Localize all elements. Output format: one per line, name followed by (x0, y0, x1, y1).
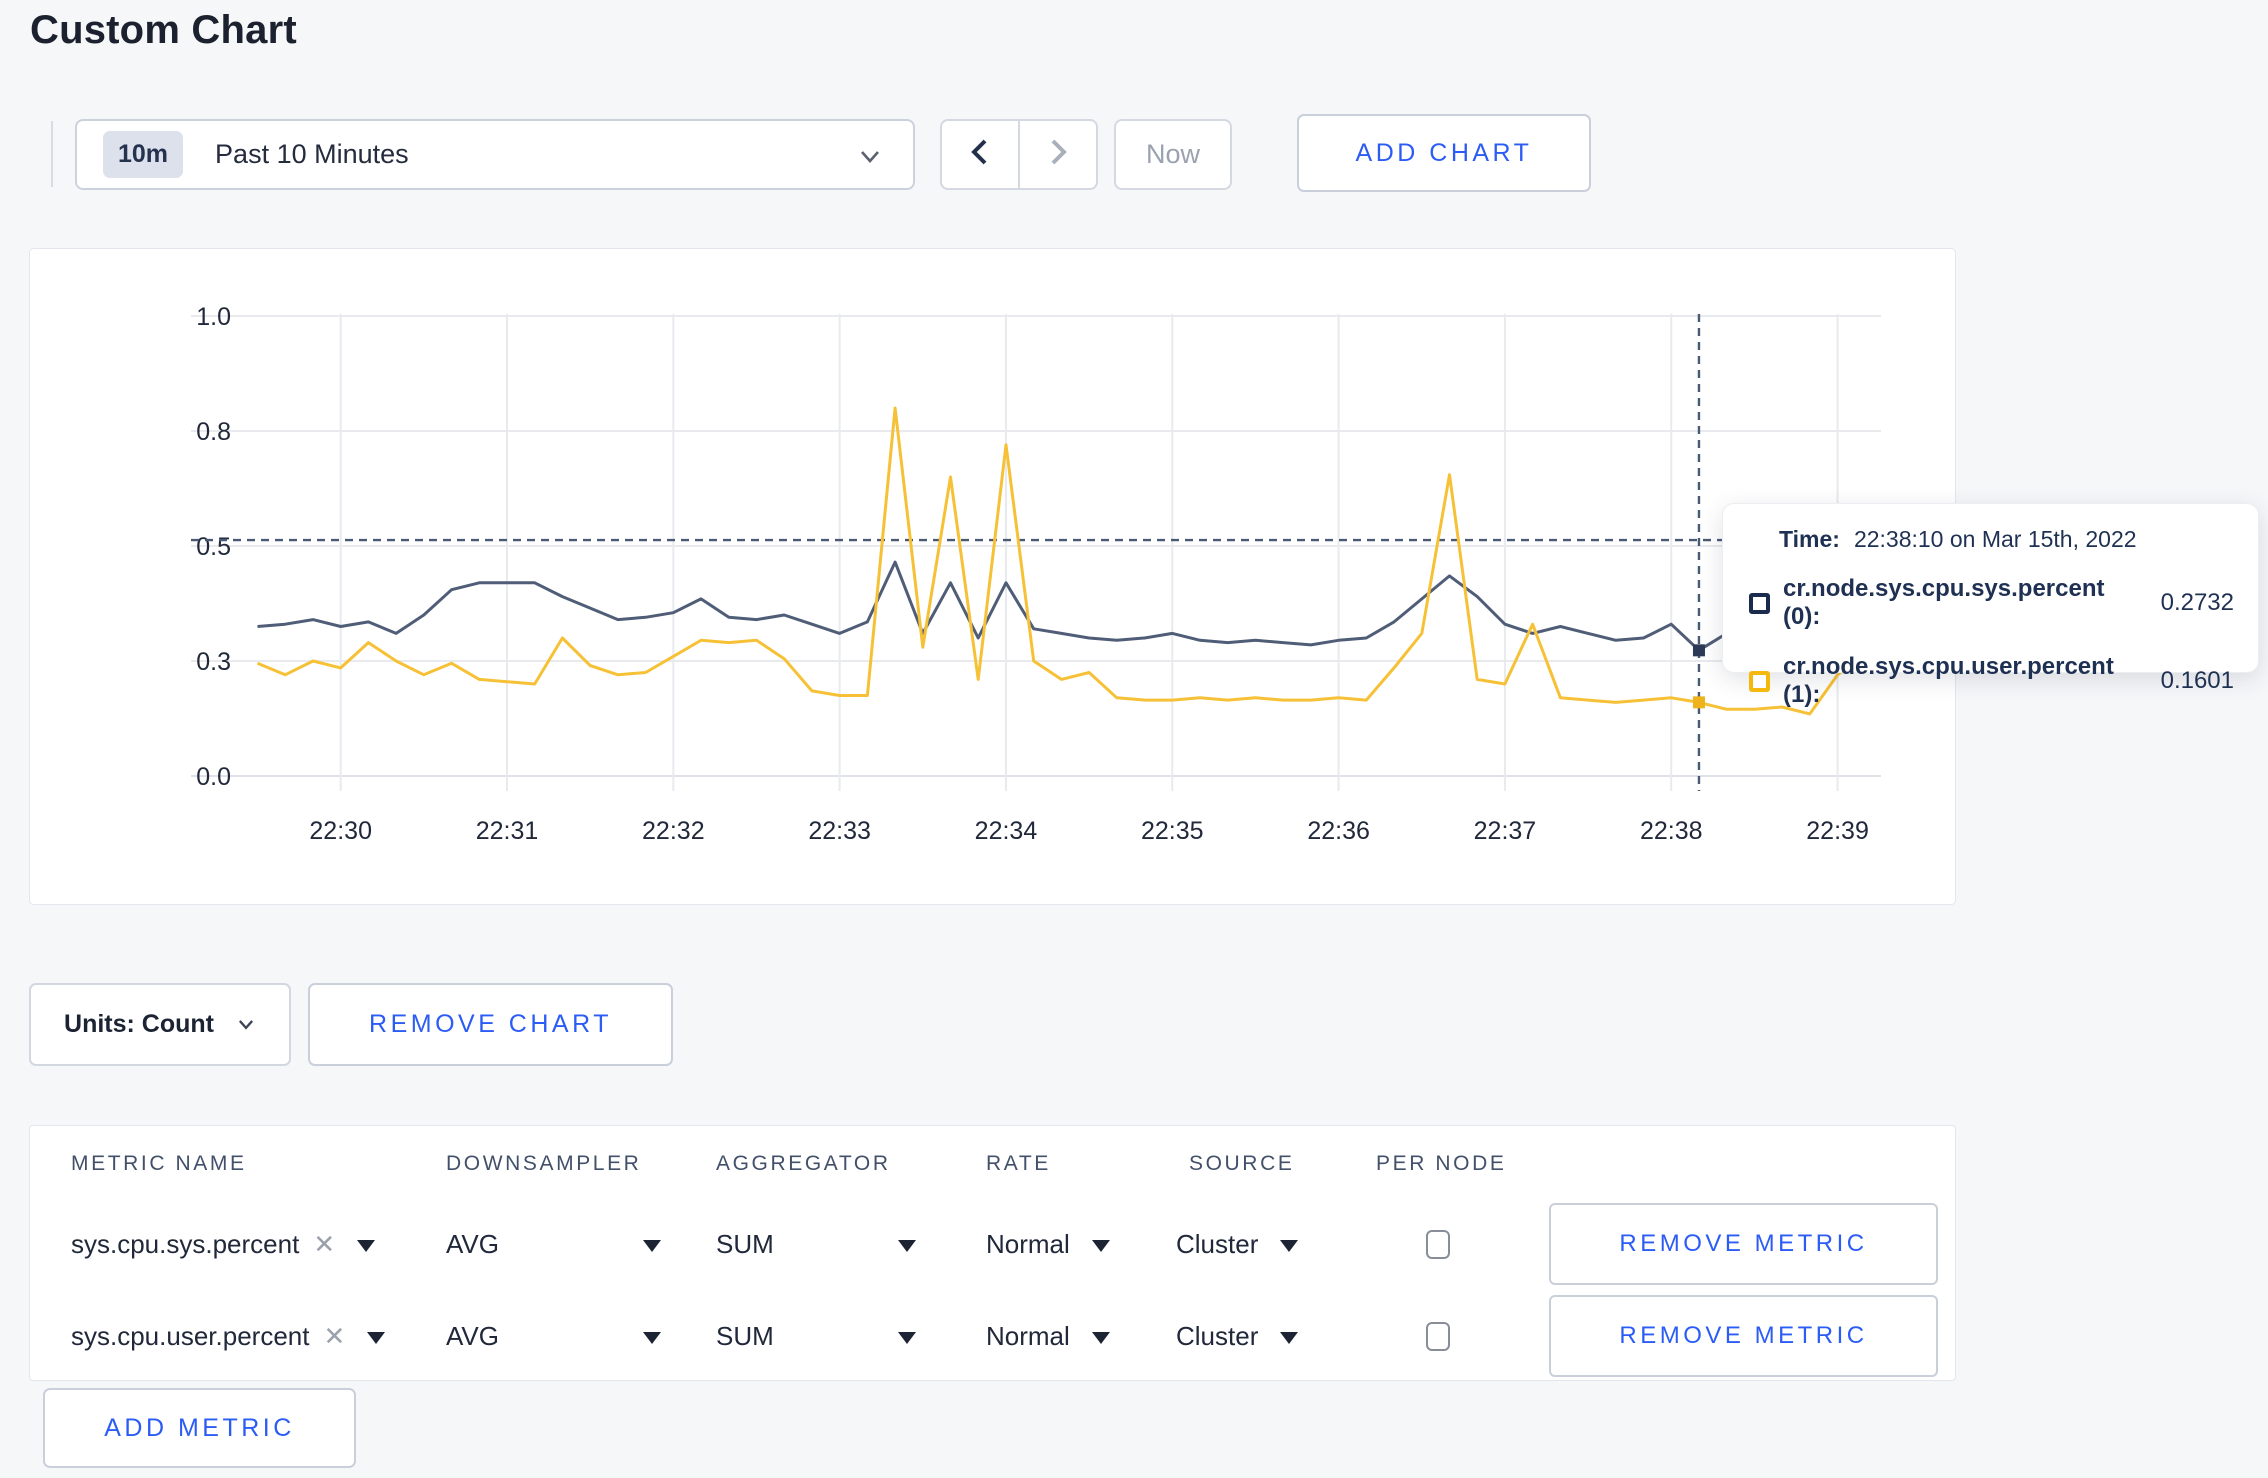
next-time-button[interactable] (1018, 121, 1096, 188)
remove-metric-button[interactable]: REMOVE METRIC (1549, 1203, 1938, 1285)
dropdown-caret-icon (367, 1332, 386, 1344)
column-header-aggregator: AGGREGATOR (716, 1152, 891, 1175)
y-axis-tick-label: 0.8 (196, 418, 231, 446)
column-header-metric-name: METRIC NAME (71, 1152, 247, 1175)
chart-tooltip: Time: 22:38:10 on Mar 15th, 2022 cr.node.… (1722, 503, 2259, 708)
column-header-downsampler: DOWNSAMPLER (446, 1152, 642, 1175)
x-axis-tick-label: 22:38 (1640, 817, 1703, 845)
series-line-cr.node.sys.cpu.sys.percent (257, 560, 1866, 652)
tooltip-series-row: cr.node.sys.cpu.user.percent (1): 0.1601 (1749, 653, 2234, 709)
dropdown-caret-icon (1280, 1332, 1299, 1344)
page-title: Custom Chart (30, 8, 297, 52)
rate-value: Normal (986, 1320, 1070, 1351)
x-axis-tick-label: 22:30 (309, 817, 372, 845)
tooltip-series-value: 0.2732 (2160, 589, 2234, 616)
dropdown-caret-icon (1280, 1240, 1299, 1252)
series-line-cr.node.sys.cpu.user.percent (256, 406, 1867, 716)
metric-table-row: sys.cpu.user.percent ✕ AVG SUM Normal Cl… (30, 1290, 1955, 1382)
remove-metric-button[interactable]: REMOVE METRIC (1549, 1295, 1938, 1377)
metric-table-row: sys.cpu.sys.percent ✕ AVG SUM Normal Clu… (30, 1198, 1955, 1290)
downsampler-select[interactable]: AVG (446, 1290, 661, 1382)
dropdown-caret-icon (1091, 1332, 1110, 1344)
tooltip-series-name: cr.node.sys.cpu.sys.percent (0): (1783, 575, 2105, 630)
per-node-checkbox[interactable] (1426, 1229, 1450, 1259)
y-axis-tick-label: 1.0 (196, 303, 231, 331)
metrics-table-header: METRIC NAME DOWNSAMPLER AGGREGATOR RATE … (30, 1126, 1955, 1198)
hover-point-marker (1692, 696, 1705, 709)
tooltip-time-value: 22:38:10 on Mar 15th, 2022 (1853, 526, 2137, 552)
add-chart-button[interactable]: ADD CHART (1297, 114, 1591, 192)
aggregator-value: SUM (716, 1320, 774, 1351)
y-axis-tick-label: 0.5 (196, 533, 231, 561)
tooltip-series-name: cr.node.sys.cpu.user.percent (1): (1783, 653, 2114, 708)
prev-time-button[interactable] (942, 121, 1018, 188)
y-axis-tick-label: 0.3 (196, 648, 231, 676)
time-range-label: Past 10 Minutes (215, 139, 409, 169)
custom-chart-page: Custom Chart 10m Past 10 Minutes Now ADD… (0, 0, 2268, 1478)
x-axis-tick-label: 22:31 (476, 817, 539, 845)
time-range-badge: 10m (103, 131, 184, 178)
rate-value: Normal (986, 1228, 1070, 1259)
tooltip-time-row: Time: 22:38:10 on Mar 15th, 2022 (1779, 526, 2234, 553)
source-value: Cluster (1176, 1228, 1259, 1259)
x-axis-tick-label: 22:34 (975, 817, 1038, 845)
y-axis-tick-label: 0.0 (196, 763, 231, 791)
x-axis-tick-label: 22:39 (1806, 817, 1869, 845)
x-axis-tick-label: 22:35 (1141, 817, 1204, 845)
time-series-chart[interactable]: 0.0 0.3 0.5 0.8 1.0 22:30 22:31 22:32 22:33 22:34… (30, 249, 1955, 904)
x-axis-tick-label: 22:32 (642, 817, 705, 845)
chevron-down-icon (236, 1014, 256, 1039)
dropdown-caret-icon (898, 1240, 916, 1252)
metric-name-label: sys.cpu.sys.percent (71, 1228, 300, 1259)
dropdown-caret-icon (643, 1332, 661, 1344)
add-metric-button[interactable]: ADD METRIC (43, 1388, 356, 1468)
clear-metric-icon[interactable]: ✕ (323, 1321, 345, 1352)
tooltip-series-row: cr.node.sys.cpu.sys.percent (0): 0.2732 (1749, 575, 2234, 631)
time-range-select[interactable]: 10m Past 10 Minutes (75, 119, 915, 190)
rate-select[interactable]: Normal (986, 1198, 1110, 1290)
chevron-right-icon (1044, 136, 1072, 173)
metrics-table: METRIC NAME DOWNSAMPLER AGGREGATOR RATE … (29, 1125, 1956, 1381)
aggregator-value: SUM (716, 1228, 774, 1259)
chevron-down-icon (857, 143, 883, 174)
now-button[interactable]: Now (1114, 119, 1232, 190)
chevron-left-icon (966, 136, 994, 173)
dropdown-caret-icon (357, 1240, 376, 1252)
source-value: Cluster (1176, 1320, 1259, 1351)
per-node-checkbox[interactable] (1426, 1321, 1450, 1351)
x-axis-tick-label: 22:37 (1474, 817, 1537, 845)
downsampler-value: AVG (446, 1320, 499, 1351)
downsampler-select[interactable]: AVG (446, 1198, 661, 1290)
column-header-source: SOURCE (1189, 1152, 1295, 1175)
dropdown-caret-icon (898, 1332, 916, 1344)
aggregator-select[interactable]: SUM (716, 1290, 916, 1382)
tooltip-series-value: 0.1601 (2160, 667, 2234, 694)
units-select-label: Units: Count (64, 1010, 214, 1038)
aggregator-select[interactable]: SUM (716, 1198, 916, 1290)
source-select[interactable]: Cluster (1176, 1290, 1299, 1382)
clear-metric-icon[interactable]: ✕ (313, 1229, 335, 1260)
source-select[interactable]: Cluster (1176, 1198, 1299, 1290)
toolbar-divider (51, 121, 53, 187)
chart-card: 0.0 0.3 0.5 0.8 1.0 22:30 22:31 22:32 22:33 22:34… (29, 248, 1956, 905)
series-swatch-icon (1749, 592, 1770, 614)
rate-select[interactable]: Normal (986, 1290, 1110, 1382)
x-axis-tick-label: 22:33 (808, 817, 871, 845)
time-nav-group (940, 119, 1098, 190)
remove-chart-button[interactable]: REMOVE CHART (308, 983, 673, 1066)
metric-name-select[interactable]: sys.cpu.sys.percent ✕ (71, 1198, 376, 1290)
column-header-per-node: PER NODE (1376, 1152, 1507, 1175)
column-header-rate: RATE (986, 1152, 1051, 1175)
units-select[interactable]: Units: Count (29, 983, 291, 1066)
hover-point-marker (1692, 644, 1705, 657)
dropdown-caret-icon (1091, 1240, 1110, 1252)
downsampler-value: AVG (446, 1228, 499, 1259)
tooltip-time-label: Time: (1779, 526, 1840, 552)
metric-name-label: sys.cpu.user.percent (71, 1320, 310, 1351)
series-swatch-icon (1749, 670, 1770, 692)
x-axis-tick-label: 22:36 (1307, 817, 1370, 845)
dropdown-caret-icon (643, 1240, 661, 1252)
metric-name-select[interactable]: sys.cpu.user.percent ✕ (71, 1290, 386, 1382)
